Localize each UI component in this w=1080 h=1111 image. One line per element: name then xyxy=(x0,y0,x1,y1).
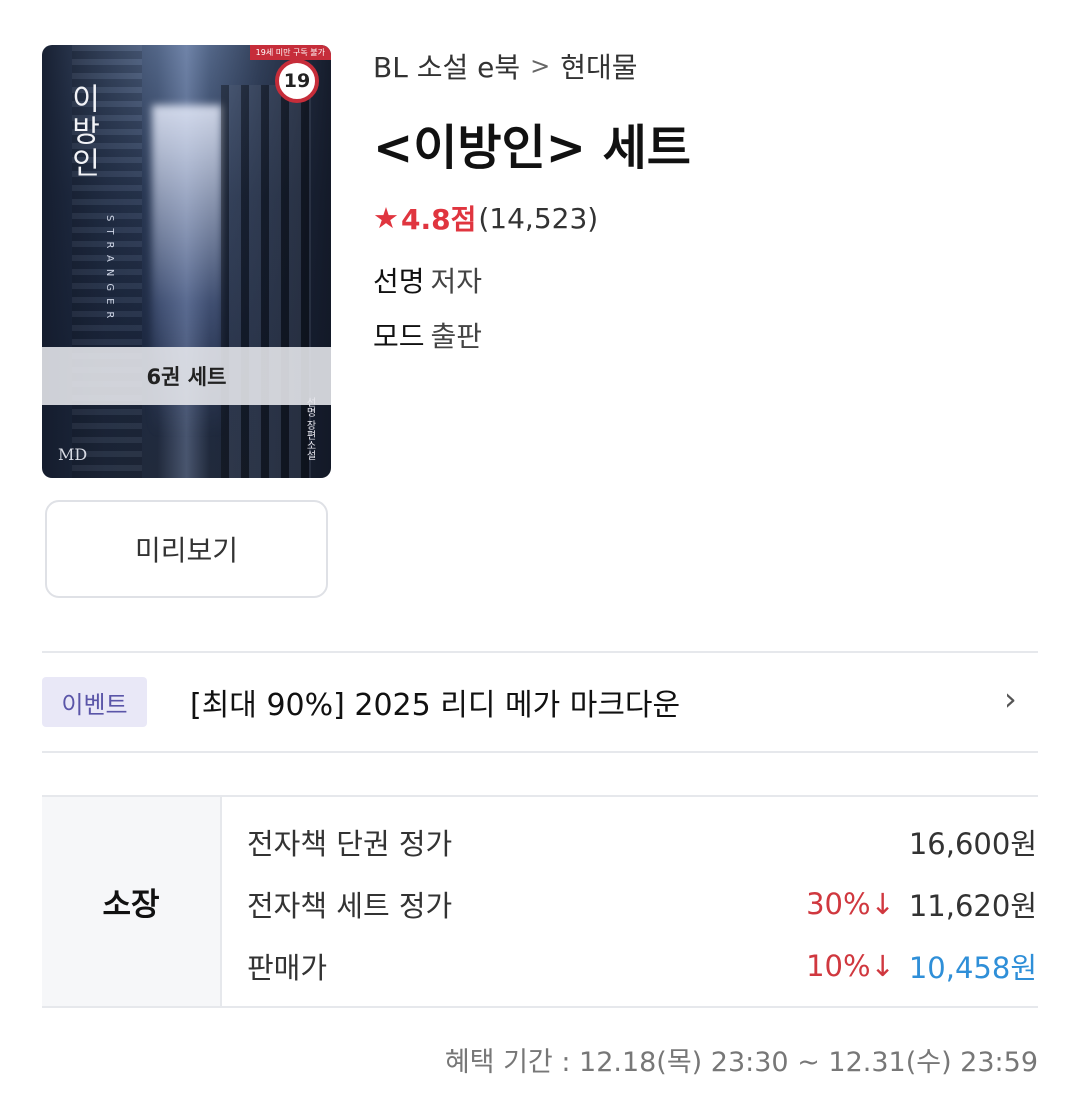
divider xyxy=(42,651,1038,653)
price-table: 소장 전자책 단권 정가 16,600원 전자책 세트 정가 30%↓ 11,6… xyxy=(42,795,1038,1008)
benefit-period: 혜택 기간 : 12.18(목) 23:30 ~ 12.31(수) 23:59 xyxy=(444,1047,1038,1078)
divider xyxy=(42,751,1038,753)
event-badge: 이벤트 xyxy=(42,677,147,727)
price-row: 전자책 세트 정가 30%↓ 11,620원 xyxy=(247,883,1037,923)
cover-title: 이방인 xyxy=(65,83,100,179)
breadcrumb: BL 소설 e북 > 현대물 xyxy=(373,46,638,86)
publisher-name[interactable]: 모드 xyxy=(373,320,425,353)
breadcrumb-separator: > xyxy=(530,52,551,80)
price-row-amount: 11,620원 xyxy=(908,889,1037,923)
age-rating-badge: 19 xyxy=(275,59,319,103)
price-row-name: 전자책 단권 정가 xyxy=(247,827,453,861)
price-row-amount: 16,600원 xyxy=(908,827,1037,861)
author-role: 저자 xyxy=(430,265,483,298)
rating[interactable]: ★ 4.8점 (14,523) xyxy=(373,198,598,238)
event-title[interactable]: [최대 90%] 2025 리디 메가 마크다운 xyxy=(190,680,680,724)
publisher-logo: MD xyxy=(58,445,88,464)
star-icon: ★ xyxy=(373,201,399,235)
price-row: 전자책 단권 정가 16,600원 xyxy=(247,821,1037,861)
cover-subtitle: STRANGER xyxy=(104,215,115,326)
breadcrumb-subcategory[interactable]: 현대물 xyxy=(560,46,637,86)
price-row-name: 전자책 세트 정가 xyxy=(247,889,453,923)
price-row-discount: 10%↓ xyxy=(806,949,895,983)
book-cover[interactable]: 이방인 STRANGER 19세 미만 구독 불가 19 6권 세트 선명 장편… xyxy=(42,45,331,478)
author-name[interactable]: 선명 xyxy=(373,265,425,298)
price-type-label: 소장 xyxy=(42,797,222,1006)
chevron-right-icon[interactable]: › xyxy=(1004,680,1017,718)
publisher-role: 출판 xyxy=(430,320,483,353)
breadcrumb-category[interactable]: BL 소설 e북 xyxy=(373,46,520,86)
set-count-band: 6권 세트 xyxy=(42,347,331,405)
preview-button[interactable]: 미리보기 xyxy=(45,500,328,598)
price-row: 판매가 10%↓ 10,458원 xyxy=(247,945,1037,985)
sale-price: 10,458원 xyxy=(908,951,1037,985)
rating-count: (14,523) xyxy=(478,201,599,235)
publisher-line: 모드 출판 xyxy=(373,315,482,355)
age-notice: 19세 미만 구독 불가 xyxy=(249,45,331,60)
rating-score: 4.8점 xyxy=(401,203,477,236)
book-title: <이방인> 세트 xyxy=(373,120,691,176)
price-row-name: 판매가 xyxy=(247,951,328,985)
cover-author: 선명 장편소설 xyxy=(304,396,315,460)
price-row-discount: 30%↓ xyxy=(806,887,895,921)
cover-art-building-right xyxy=(221,85,311,478)
author-line: 선명 저자 xyxy=(373,260,482,300)
